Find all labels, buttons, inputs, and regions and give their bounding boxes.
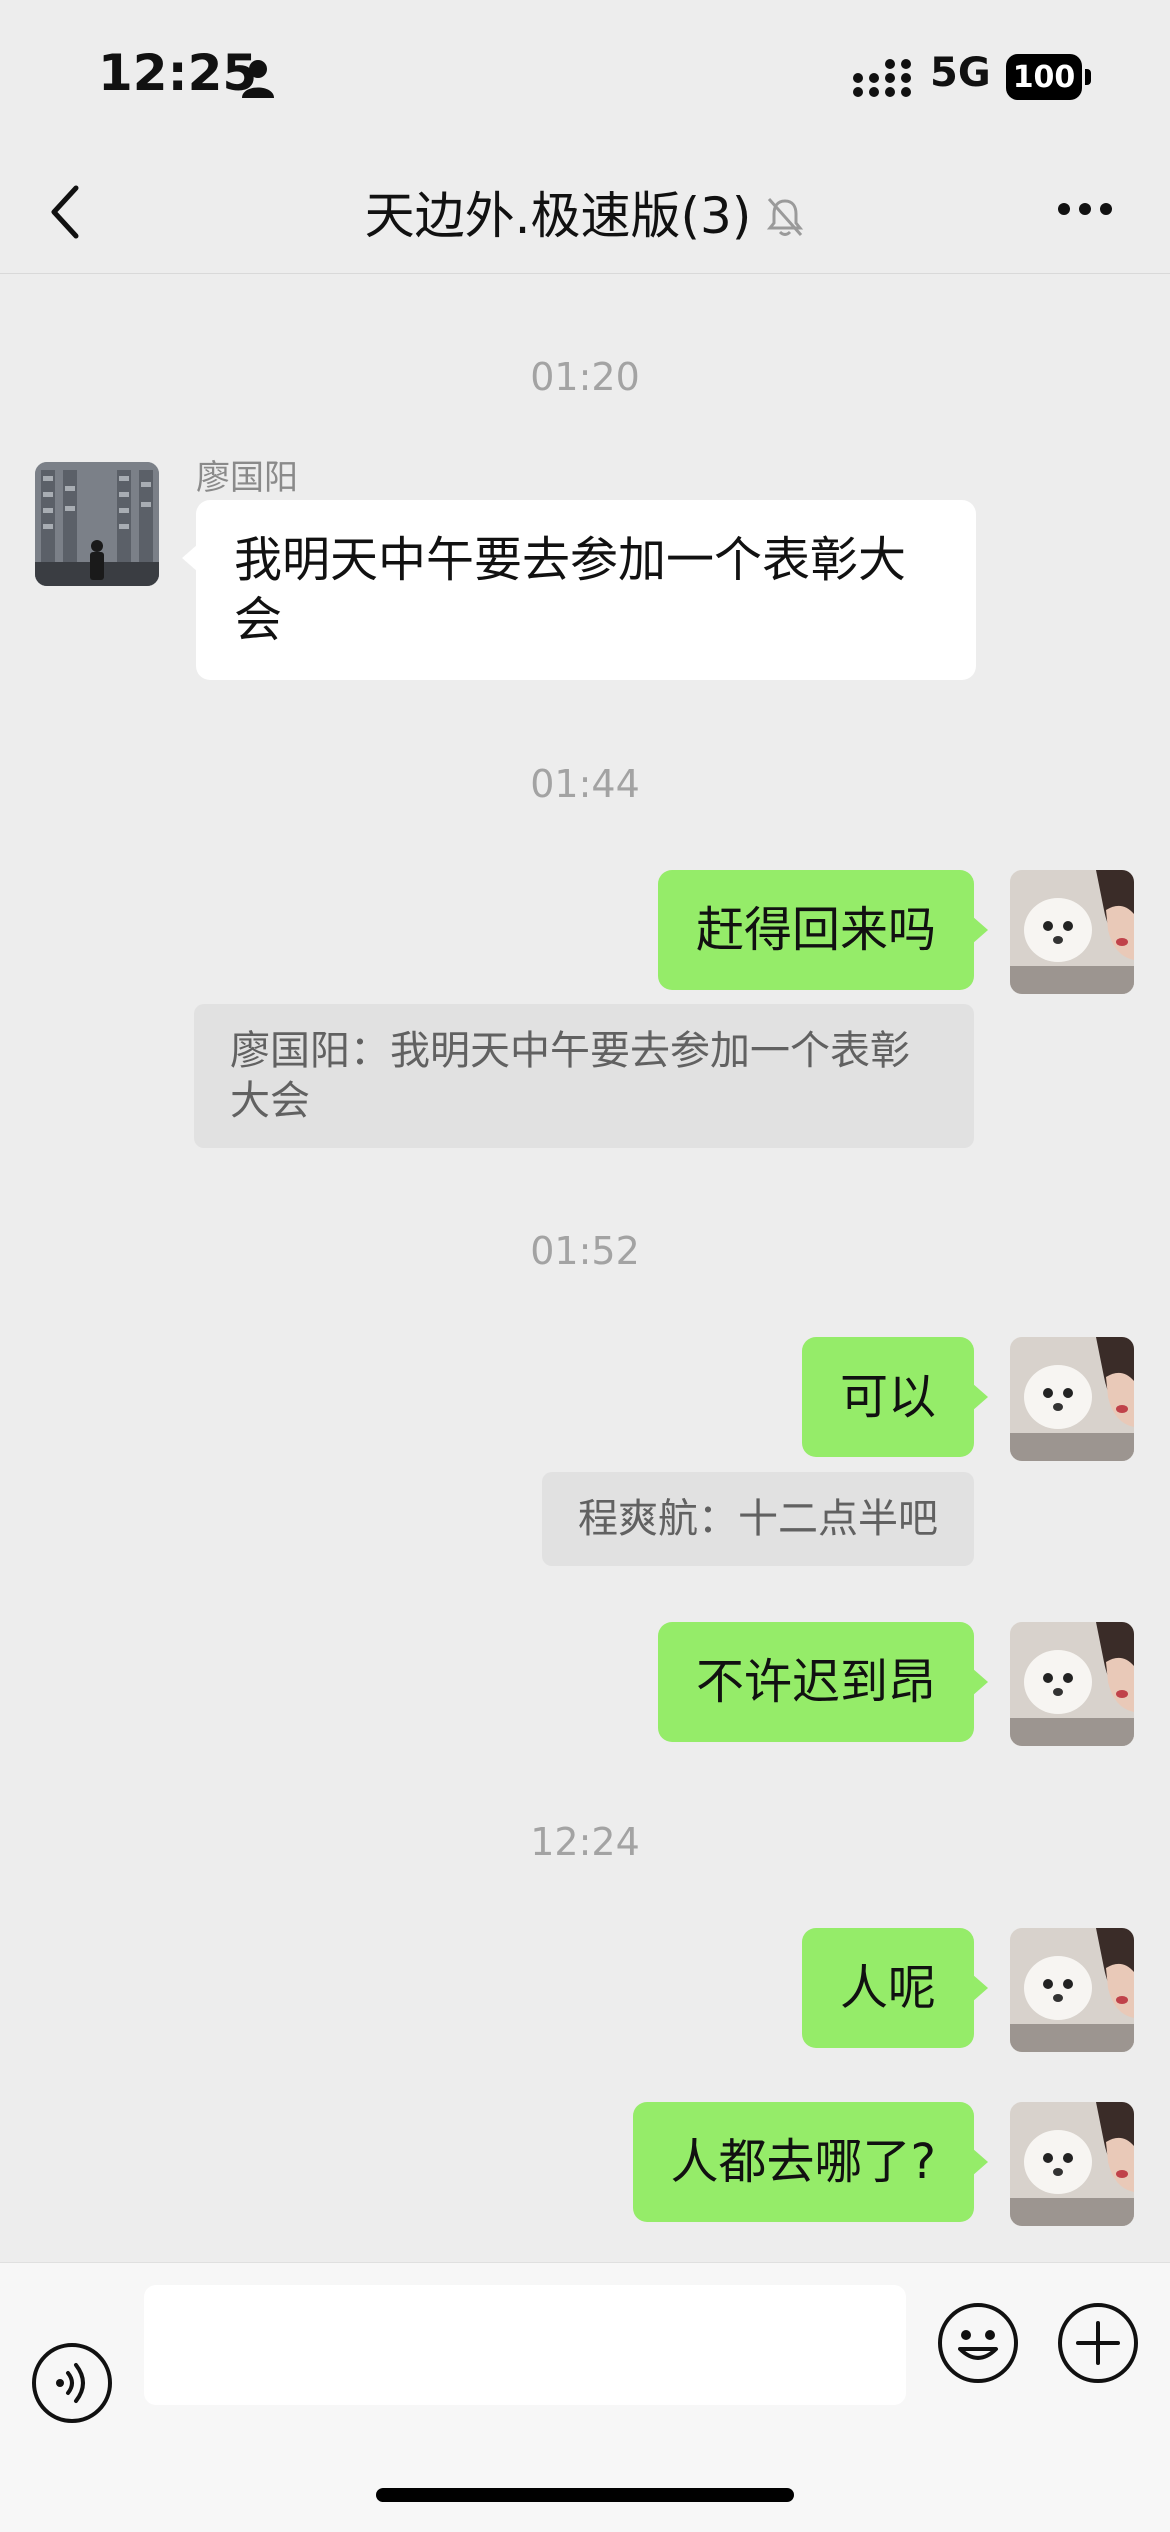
voice-icon[interactable] bbox=[30, 2341, 114, 2425]
message-bubble-outgoing[interactable]: 可以 bbox=[801, 1337, 989, 1457]
quote-reference[interactable]: 程爽航：十二点半吧 bbox=[542, 1472, 974, 1566]
status-time: 12:25 bbox=[98, 44, 258, 102]
battery-level: 100 bbox=[1006, 54, 1082, 100]
quote-reference[interactable]: 廖国阳：我明天中午要去参加一个表彰大会 bbox=[194, 1004, 974, 1148]
message-bubble-outgoing[interactable]: 人呢 bbox=[801, 1928, 989, 2048]
network-label: 5G bbox=[930, 50, 991, 96]
chat-title[interactable]: 天边外.极速版(3) bbox=[365, 187, 752, 245]
mute-bell-icon bbox=[767, 198, 804, 236]
battery-icon: 100 bbox=[1006, 54, 1092, 100]
nav-bar: 天边外.极速版(3) bbox=[0, 150, 1170, 274]
battery-tip bbox=[1085, 69, 1091, 85]
avatar[interactable] bbox=[1010, 870, 1134, 994]
status-bar: 12:25 5G 100 bbox=[0, 0, 1170, 150]
more-icon[interactable] bbox=[1056, 200, 1114, 218]
message-bubble-outgoing[interactable]: 人都去哪了? bbox=[632, 2102, 989, 2222]
message-bubble-incoming[interactable]: 我明天中午要去参加一个表彰大会 bbox=[182, 500, 976, 680]
timestamp: 01:52 bbox=[530, 1229, 640, 1273]
emoji-icon[interactable] bbox=[936, 2301, 1020, 2385]
nav-title-wrap: 天边外.极速版(3) bbox=[0, 176, 1170, 248]
avatar[interactable] bbox=[1010, 1622, 1134, 1746]
sender-name: 廖国阳 bbox=[196, 458, 298, 498]
message-input[interactable] bbox=[144, 2285, 906, 2405]
avatar[interactable] bbox=[35, 462, 159, 586]
signal-icon bbox=[853, 59, 911, 97]
person-icon bbox=[242, 60, 274, 98]
message-bubble-outgoing[interactable]: 赶得回来吗 bbox=[657, 870, 989, 990]
timestamp: 01:44 bbox=[530, 762, 640, 806]
plus-icon[interactable] bbox=[1056, 2301, 1140, 2385]
avatar[interactable] bbox=[1010, 1928, 1134, 2052]
avatar[interactable] bbox=[1010, 2102, 1134, 2226]
timestamp: 12:24 bbox=[530, 1820, 640, 1864]
avatar[interactable] bbox=[1010, 1337, 1134, 1461]
timestamp: 01:20 bbox=[530, 355, 640, 399]
chat-screen: 12:25 5G 100 天边外.极速版(3) 01:20 廖国阳 我明天中午要… bbox=[0, 0, 1170, 2532]
message-bubble-outgoing[interactable]: 不许迟到昂 bbox=[657, 1622, 989, 1742]
home-indicator[interactable] bbox=[376, 2488, 794, 2502]
